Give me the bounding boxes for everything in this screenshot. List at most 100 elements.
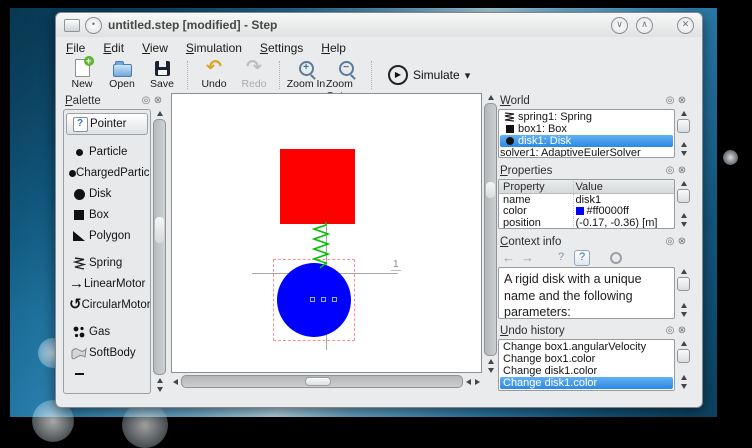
- scroll-up-icon[interactable]: [681, 269, 687, 274]
- scroll-up-icon[interactable]: [681, 341, 687, 346]
- panel-float-icon[interactable]: ◎: [664, 95, 676, 107]
- undo-item-selected[interactable]: Change disk1.color: [500, 377, 673, 389]
- scroll-up-icon[interactable]: [681, 303, 687, 308]
- palette-title: Palette: [65, 95, 140, 107]
- panel-close-icon[interactable]: ⊗: [676, 325, 688, 337]
- scroll-up-icon[interactable]: [488, 359, 494, 364]
- menu-simulation[interactable]: Simulation: [186, 41, 242, 55]
- scroll-up-icon[interactable]: [681, 181, 687, 186]
- undo-item[interactable]: Change disk1.color: [500, 365, 673, 377]
- panel-close-icon[interactable]: ⊗: [676, 236, 688, 248]
- menu-help[interactable]: Help: [321, 41, 346, 55]
- palette-item-box[interactable]: Box: [66, 205, 148, 225]
- minimize-button[interactable]: ∨: [611, 17, 628, 34]
- palette-item-pointer[interactable]: ? Pointer: [66, 113, 148, 135]
- panel-float-icon[interactable]: ◎: [664, 165, 676, 177]
- property-row-name[interactable]: name disk1: [499, 194, 674, 206]
- scroll-down-icon[interactable]: [681, 384, 687, 389]
- scroll-left-icon[interactable]: [466, 379, 471, 385]
- panel-float-icon[interactable]: ◎: [664, 325, 676, 337]
- palette-item-disk[interactable]: Disk: [66, 184, 148, 204]
- scroll-down-icon[interactable]: [488, 368, 494, 373]
- disk-handle[interactable]: [332, 297, 337, 302]
- column-value[interactable]: Value: [573, 181, 675, 193]
- scroll-down-icon[interactable]: [681, 312, 687, 317]
- scroll-up-icon[interactable]: [681, 111, 687, 116]
- world-item-box1[interactable]: box1: Box: [500, 123, 673, 135]
- world-canvas[interactable]: 1: [171, 93, 482, 373]
- menu-edit[interactable]: Edit: [103, 41, 124, 55]
- palette-item-softbody[interactable]: SoftBody: [66, 343, 148, 363]
- scroll-up-icon[interactable]: [681, 375, 687, 380]
- world-item-disk1[interactable]: disk1: Disk: [500, 135, 673, 147]
- scroll-up-icon[interactable]: [157, 378, 163, 383]
- palette-item-gas[interactable]: Gas: [66, 322, 148, 342]
- window-menu-button[interactable]: •: [85, 17, 102, 34]
- toolbar-separator: [187, 61, 189, 89]
- property-row-position[interactable]: position (-0.17, -0.36) [m]: [499, 217, 674, 229]
- menu-settings[interactable]: Settings: [260, 41, 303, 55]
- palette-item-chargedparticle[interactable]: ChargedPartic: [66, 163, 148, 183]
- properties-scrollbar[interactable]: [677, 179, 690, 229]
- help-icon[interactable]: ?: [554, 251, 568, 265]
- zoom-in-button[interactable]: + Zoom In: [286, 59, 326, 90]
- palette-item-linearmotor[interactable]: → LinearMotor: [66, 274, 148, 294]
- forward-icon[interactable]: →: [521, 251, 534, 265]
- world-item-spring1[interactable]: spring1: Spring: [500, 111, 673, 123]
- scroll-up-icon[interactable]: [157, 111, 163, 116]
- context-info-scrollbar[interactable]: [677, 267, 690, 319]
- menubar: File Edit View Simulation Settings Help: [56, 38, 702, 57]
- palette-item-polygon[interactable]: Polygon: [66, 226, 148, 246]
- scroll-up-icon[interactable]: [488, 95, 494, 100]
- simulate-button[interactable]: ▶ Simulate ▾: [388, 65, 470, 85]
- panel-close-icon[interactable]: ⊗: [676, 95, 688, 107]
- save-button[interactable]: Save: [142, 59, 182, 90]
- undo-button[interactable]: ↶ Undo: [194, 59, 234, 90]
- help-active-icon[interactable]: ?: [574, 250, 590, 266]
- undo-item[interactable]: Change box1.angularVelocity: [500, 341, 673, 353]
- scroll-down-icon[interactable]: [681, 151, 687, 156]
- redo-button[interactable]: ↷ Redo: [234, 59, 274, 90]
- undo-history-scrollbar[interactable]: [677, 339, 690, 391]
- scroll-left-icon[interactable]: [173, 379, 178, 385]
- scroll-right-icon[interactable]: [475, 379, 480, 385]
- scroll-down-icon[interactable]: [681, 222, 687, 227]
- scroll-up-icon[interactable]: [681, 213, 687, 218]
- menu-file[interactable]: File: [66, 41, 85, 55]
- world-item-solver1[interactable]: solver1: AdaptiveEulerSolver: [500, 147, 673, 158]
- scroll-thumb[interactable]: [677, 119, 690, 133]
- spring1-object[interactable]: [308, 222, 332, 272]
- maximize-button[interactable]: ∧: [636, 17, 653, 34]
- palette-scrollbar[interactable]: [153, 109, 166, 394]
- panel-float-icon[interactable]: ◎: [140, 95, 152, 107]
- scroll-thumb[interactable]: [677, 277, 690, 291]
- close-button[interactable]: ✕: [677, 17, 694, 34]
- panel-float-icon[interactable]: ◎: [664, 236, 676, 248]
- scroll-thumb[interactable]: [677, 349, 690, 363]
- undo-item[interactable]: Change box1.color: [500, 353, 673, 365]
- panel-close-icon[interactable]: ⊗: [676, 165, 688, 177]
- scroll-up-icon[interactable]: [681, 142, 687, 147]
- world-scrollbar[interactable]: [677, 109, 690, 158]
- property-row-color[interactable]: color #ff0000ff: [499, 206, 674, 218]
- palette-item-partial[interactable]: [66, 364, 148, 384]
- menu-view[interactable]: View: [142, 41, 168, 55]
- play-icon: ▶: [388, 65, 408, 85]
- open-button[interactable]: Open: [102, 59, 142, 90]
- new-button[interactable]: + New: [62, 59, 102, 90]
- scroll-thumb[interactable]: [677, 189, 690, 203]
- disk-handle[interactable]: [310, 297, 315, 302]
- palette-item-circularmotor[interactable]: ↺ CircularMotor: [66, 295, 148, 315]
- back-icon[interactable]: ←: [502, 251, 515, 265]
- scroll-down-icon[interactable]: [157, 387, 163, 392]
- link-dot-icon[interactable]: [610, 252, 622, 264]
- palette-item-spring[interactable]: Spring: [66, 253, 148, 273]
- palette-item-particle[interactable]: Particle: [66, 142, 148, 162]
- canvas-vertical-scrollbar[interactable]: [484, 93, 497, 375]
- titlebar[interactable]: • untitled.step [modified] - Step ∨ ∧ ✕: [56, 13, 702, 37]
- column-property[interactable]: Property: [499, 181, 573, 193]
- canvas-horizontal-scrollbar[interactable]: [171, 375, 482, 388]
- box1-object[interactable]: [280, 149, 355, 224]
- panel-close-icon[interactable]: ⊗: [152, 95, 164, 107]
- disk-handle[interactable]: [321, 297, 326, 302]
